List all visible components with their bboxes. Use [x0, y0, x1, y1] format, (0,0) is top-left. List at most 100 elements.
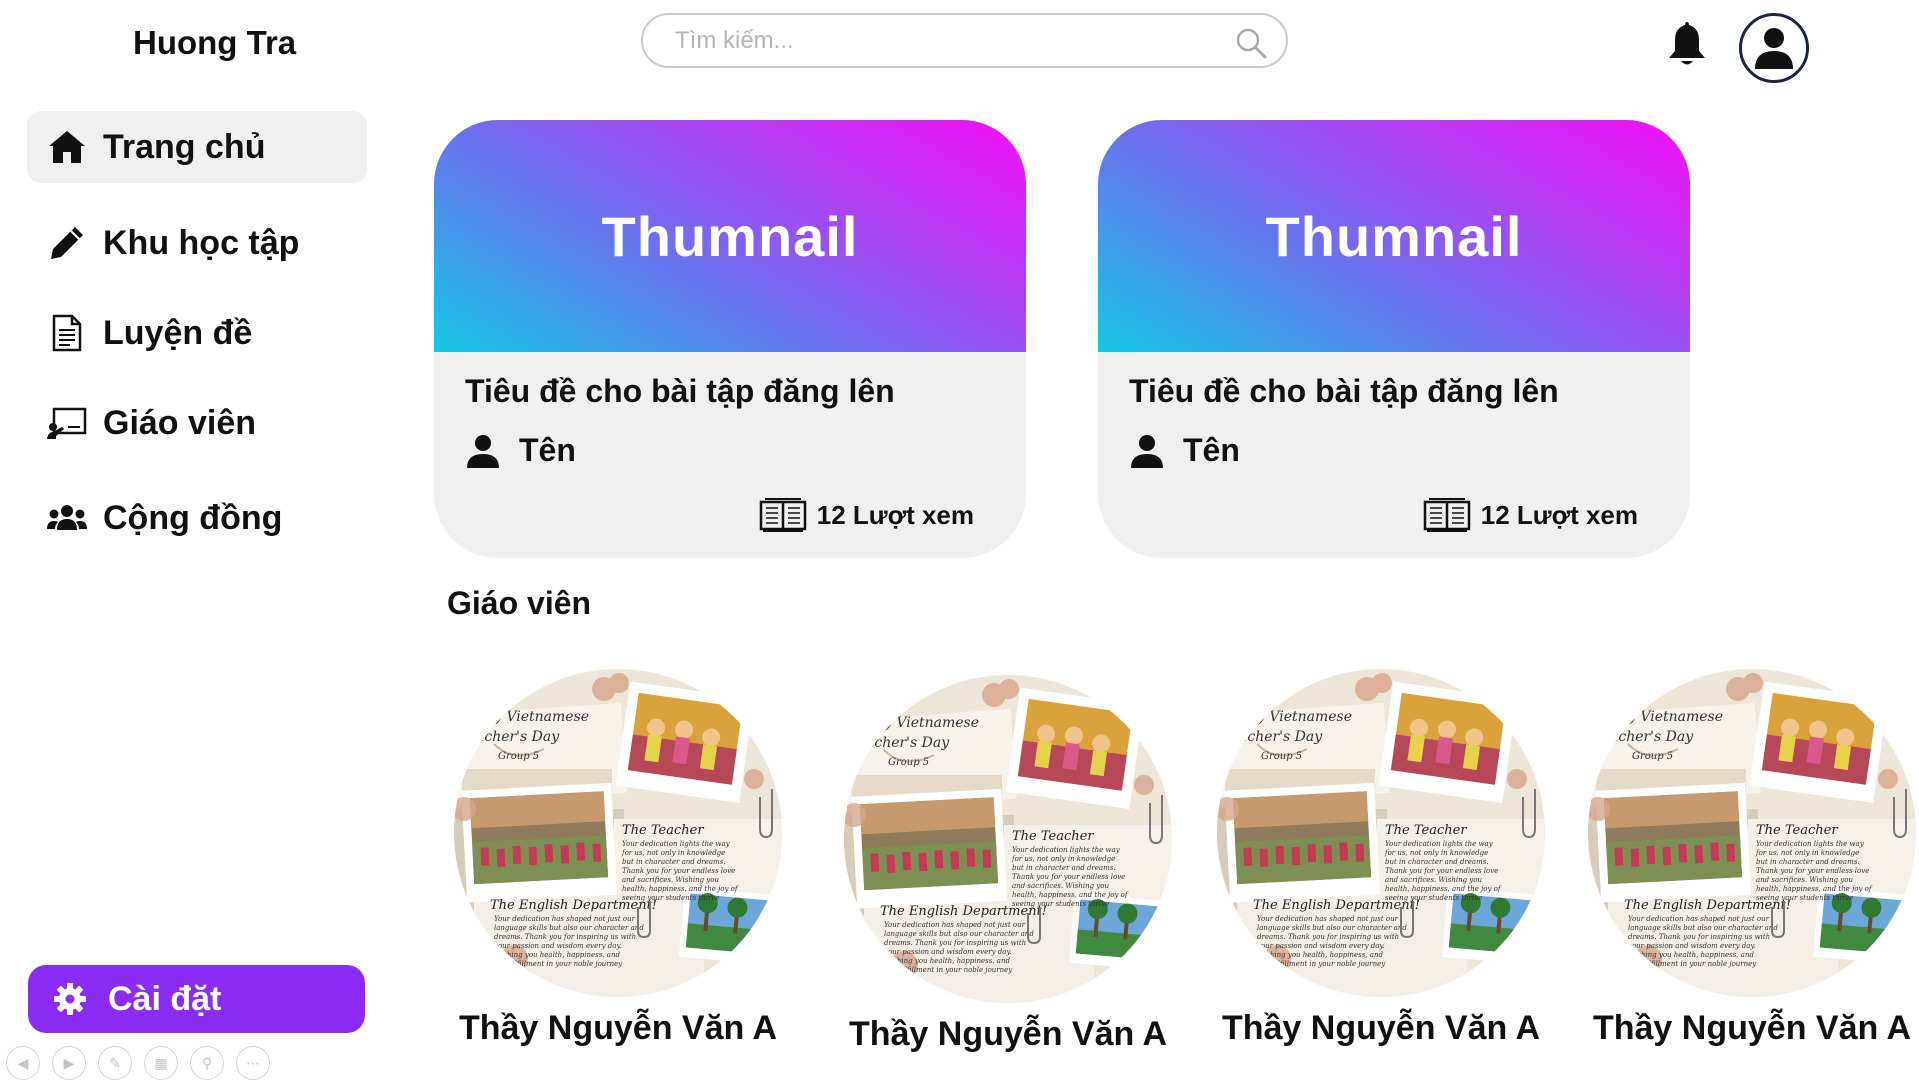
sidebar-item-teachers[interactable]: Giáo viên	[27, 387, 367, 459]
photo-text: Group 5	[1632, 751, 1673, 762]
photo-text: y Vietnamese	[493, 709, 589, 725]
photo-text: health, happiness, and the joy of	[622, 885, 739, 893]
sidebar-item-study-area[interactable]: Khu học tập	[27, 207, 367, 279]
grid-icon[interactable]: ▦	[144, 1046, 178, 1080]
user-icon	[465, 433, 501, 469]
search-icon[interactable]	[1234, 26, 1268, 60]
sidebar-item-label: Khu học tập	[103, 223, 300, 262]
pen-icon[interactable]: ✎	[98, 1046, 132, 1080]
photo-text: The Teacher	[622, 823, 704, 838]
sidebar-item-practice-tests[interactable]: Luyện đề	[27, 297, 367, 369]
user-icon	[1129, 433, 1165, 469]
photo-text: but in character and dreams.	[1756, 858, 1860, 866]
card-title: Tiêu đề cho bài tập đăng lên	[465, 373, 895, 409]
photo-text: Your dedication lights the way	[622, 840, 731, 848]
teacher-name: Thầy Nguyễn Văn A	[458, 1009, 778, 1047]
photo-text: The Teacher	[1756, 823, 1838, 838]
photo-text: health, happiness, and the joy of	[1385, 885, 1502, 893]
book-icon	[759, 497, 807, 533]
sidebar-item-label: Trang chủ	[103, 127, 266, 166]
photo-text: Wishing you health, happiness, and	[494, 951, 620, 959]
teacher-photo: y Vietnamese acher's Day Group 5 The Tea…	[844, 675, 1172, 1003]
book-icon	[1423, 497, 1471, 533]
photo-text: The English Department!	[1253, 898, 1420, 913]
photo-text: y Vietnamese	[883, 715, 979, 731]
sidebar-item-label: Giáo viên	[103, 403, 257, 442]
more-icon[interactable]: ⋯	[236, 1046, 270, 1080]
photo-text: y Vietnamese	[1256, 709, 1352, 725]
teacher-name: Thầy Nguyễn Văn A	[1221, 1009, 1541, 1047]
card-title: Tiêu đề cho bài tập đăng lên	[1129, 373, 1559, 409]
photo-text: Your dedication has shaped not just our	[1257, 915, 1399, 923]
photo-text: and sacrifices. Wishing you	[1385, 876, 1482, 884]
prev-icon[interactable]: ◀	[6, 1046, 40, 1080]
photo-text: dreams. Thank you for inspiring us with	[1257, 933, 1399, 941]
teacher-card[interactable]: y Vietnamese acher's Day Group 5 The Tea…	[448, 669, 788, 1048]
exercise-card[interactable]: Thumnail Tiêu đề cho bài tập đăng lên Tê…	[1098, 120, 1690, 558]
photo-text: your passion and wisdom every day.	[493, 942, 622, 950]
bell-icon[interactable]	[1663, 18, 1711, 70]
photo-text: Your dedication has shaped not just our	[884, 921, 1026, 929]
photo-text: Your dedication lights the way	[1012, 846, 1121, 854]
photo-text: The Teacher	[1012, 829, 1094, 844]
exercise-card[interactable]: Thumnail Tiêu đề cho bài tập đăng lên Tê…	[434, 120, 1026, 558]
view-count: 12 Lượt xem	[759, 497, 974, 533]
photo-text: Wishing you health, happiness, and	[1628, 951, 1754, 959]
card-author: Tên	[465, 432, 576, 469]
search-input[interactable]	[673, 25, 1197, 56]
search-bar[interactable]	[641, 13, 1288, 68]
home-icon	[45, 125, 89, 169]
photo-text: for us, not only in knowledge	[1011, 855, 1115, 863]
photo-text: ess fulfillment in your noble journey	[494, 960, 623, 968]
user-avatar-icon	[1752, 25, 1796, 71]
photo-text: The English Department!	[880, 904, 1047, 919]
teacher-card[interactable]: y Vietnamese acher's Day Group 5 The Tea…	[838, 675, 1178, 1054]
photo-text: health, happiness, and the joy of	[1756, 885, 1873, 893]
photo-text: Thank you for your endless love	[1012, 873, 1125, 881]
photo-text: for us, not only in knowledge	[1755, 849, 1859, 857]
photo-text: The Teacher	[1385, 823, 1467, 838]
photo-text: Thank you for your endless love	[622, 867, 735, 875]
photo-text: and sacrifices. Wishing you	[622, 876, 719, 884]
profile-avatar[interactable]	[1739, 13, 1809, 83]
author-name: Tên	[1183, 432, 1240, 468]
card-author: Tên	[1129, 432, 1240, 469]
teacher-card[interactable]: y Vietnamese acher's Day Group 5 The Tea…	[1582, 669, 1919, 1048]
teacher-photo: y Vietnamese acher's Day Group 5 The Tea…	[454, 669, 782, 997]
photo-text: your passion and wisdom every day.	[883, 948, 1012, 956]
brand-name: Huong Tra	[133, 24, 297, 61]
photo-text: acher's Day	[476, 729, 560, 745]
photo-text: Your dedication has shaped not just our	[1628, 915, 1770, 923]
sidebar-item-label: Luyện đề	[103, 313, 253, 352]
photo-text: Wishing you health, happiness, and	[884, 957, 1010, 965]
teacher-name: Thầy Nguyễn Văn A	[1592, 1009, 1912, 1047]
pencil-icon	[45, 221, 89, 265]
photo-text: dreams. Thank you for inspiring us with	[884, 939, 1026, 947]
photo-text: but in character and dreams.	[1012, 864, 1116, 872]
photo-text: for us, not only in knowledge	[621, 849, 725, 857]
zoom-icon[interactable]: ⚲	[190, 1046, 224, 1080]
photo-text: y Vietnamese	[1627, 709, 1723, 725]
photo-text: Your dedication lights the way	[1385, 840, 1494, 848]
view-count: 12 Lượt xem	[1423, 497, 1638, 533]
sidebar-item-home[interactable]: Trang chủ	[27, 111, 367, 183]
photo-text: Thank you for your endless love	[1385, 867, 1498, 875]
photo-text: language skills but also our character a…	[1628, 924, 1778, 932]
photo-text: The English Department!	[1624, 898, 1791, 913]
sidebar-item-label: Cộng đồng	[103, 498, 283, 537]
photo-text: Thank you for your endless love	[1756, 867, 1869, 875]
photo-text: ess fulfillment in your noble journey	[884, 966, 1013, 974]
teacher-card[interactable]: y Vietnamese acher's Day Group 5 The Tea…	[1211, 669, 1551, 1048]
settings-button[interactable]: Cài đặt	[28, 965, 365, 1033]
gear-icon	[50, 979, 90, 1019]
sidebar-item-community[interactable]: Cộng đồng	[27, 482, 367, 554]
photo-text: Group 5	[1261, 751, 1302, 762]
photo-text: and sacrifices. Wishing you	[1756, 876, 1853, 884]
photo-text: The English Department!	[490, 898, 657, 913]
view-count-text: 12 Lượt xem	[1480, 499, 1638, 530]
photo-text: Your dedication lights the way	[1756, 840, 1865, 848]
settings-label: Cài đặt	[108, 979, 222, 1018]
next-icon[interactable]: ▶	[52, 1046, 86, 1080]
card-thumbnail: Thumnail	[1098, 120, 1690, 352]
photo-text: acher's Day	[1239, 729, 1323, 745]
